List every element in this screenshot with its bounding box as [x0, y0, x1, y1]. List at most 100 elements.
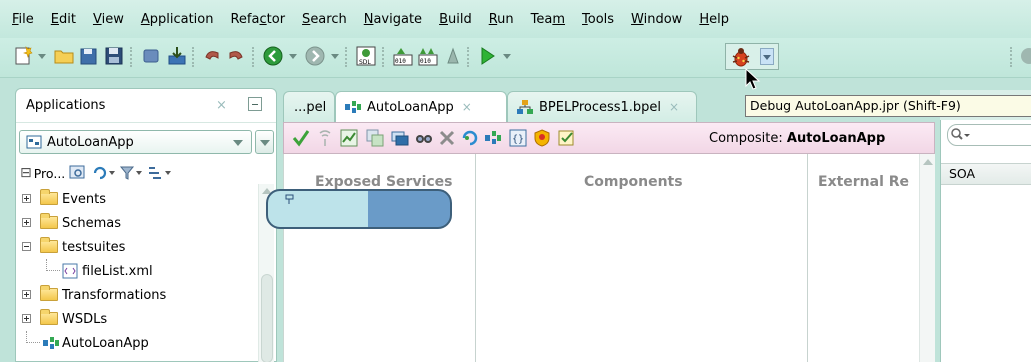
source-view-icon[interactable]: {} — [509, 129, 527, 147]
rebuild-icon[interactable]: 010 — [417, 45, 439, 67]
expand-all-icon[interactable] — [366, 129, 384, 147]
forward-icon[interactable] — [304, 45, 326, 67]
expand-icon[interactable] — [22, 290, 31, 299]
menu-item[interactable]: Help — [699, 12, 729, 27]
collapse-icon[interactable]: ⊟ — [20, 165, 32, 181]
deploy-icon[interactable] — [166, 45, 188, 67]
scroll-thumb[interactable] — [261, 274, 273, 362]
back-icon[interactable] — [262, 45, 284, 67]
tree-node[interactable]: Events — [16, 187, 258, 211]
debug-bug-icon — [732, 48, 750, 67]
project-properties-icon[interactable] — [69, 165, 87, 181]
menu-item[interactable]: Build — [439, 12, 472, 27]
tab-bpel-truncated[interactable]: ...pel — [283, 91, 335, 122]
menu-item-text: H — [699, 11, 710, 27]
security-policy-icon[interactable] — [533, 129, 551, 147]
canvas-scrollbar[interactable] — [919, 154, 935, 362]
svg-text:010: 010 — [395, 58, 406, 65]
tab-label: AutoLoanApp — [367, 99, 454, 115]
save-all-icon[interactable] — [78, 45, 100, 67]
tree-node-label: WSDLs — [62, 311, 108, 327]
run-dropdown-icon[interactable] — [503, 54, 511, 59]
tree-node-label: Schemas — [62, 215, 122, 231]
filter-icon[interactable] — [119, 165, 145, 181]
palette-search-input[interactable] — [947, 124, 1031, 146]
edit-properties-icon[interactable] — [558, 129, 576, 147]
tree-node[interactable]: testsuites — [16, 235, 258, 259]
menu-item[interactable]: Search — [302, 12, 347, 27]
tree-node[interactable]: AutoLoanApp — [16, 331, 258, 355]
refresh-icon[interactable] — [91, 165, 117, 181]
projects-toolbar: ⊟ Pro... — [20, 162, 175, 184]
save-icon[interactable] — [103, 45, 125, 67]
minimize-icon[interactable] — [248, 97, 262, 111]
application-menu-button[interactable] — [255, 130, 274, 154]
delete-icon[interactable] — [438, 129, 456, 147]
menu-item[interactable]: Run — [489, 12, 514, 27]
composite-icon — [43, 337, 59, 349]
toolbar-separator — [1010, 47, 1014, 67]
tab-autoloanapp[interactable]: AutoLoanApp × — [335, 91, 507, 122]
open-folder-icon[interactable] — [53, 45, 75, 67]
tab-close-icon[interactable]: × — [669, 100, 679, 114]
menu-item[interactable]: Edit — [51, 12, 76, 27]
layout-icon[interactable] — [340, 129, 358, 147]
menu-item[interactable]: Navigate — [364, 12, 422, 27]
back-dropdown-icon[interactable] — [289, 54, 297, 59]
clean-icon[interactable] — [442, 45, 464, 67]
sdl-icon[interactable]: SDL — [355, 45, 377, 67]
tab-bpelprocess1[interactable]: BPELProcess1.bpel × — [507, 91, 697, 122]
browse-icon[interactable] — [140, 45, 162, 67]
menu-item[interactable]: View — [93, 12, 124, 27]
composite-view-icon[interactable] — [484, 129, 502, 147]
xml-file-icon — [62, 263, 78, 279]
tree-node[interactable]: WSDLs — [16, 307, 258, 331]
menu-item-text: tor — [266, 11, 286, 27]
debug-dropdown-button[interactable] — [760, 48, 774, 65]
debug-button[interactable] — [725, 43, 779, 70]
undo-icon[interactable] — [201, 45, 223, 67]
menu-item[interactable]: Tools — [582, 12, 614, 27]
composite-name: AutoLoanApp — [786, 131, 886, 146]
collapse-all-icon[interactable] — [391, 129, 409, 147]
menu-item[interactable]: Refactor — [230, 12, 285, 27]
wire-icon[interactable] — [461, 129, 479, 147]
expand-icon[interactable] — [22, 314, 31, 323]
forward-dropdown-icon[interactable] — [331, 54, 339, 59]
close-icon[interactable]: × — [216, 98, 227, 113]
application-select[interactable]: AutoLoanApp — [19, 130, 252, 154]
projects-label[interactable]: Pro... — [34, 166, 66, 181]
expand-icon[interactable] — [22, 218, 31, 227]
component-shape[interactable] — [266, 189, 452, 229]
menu-item-text: dit — [59, 11, 76, 27]
menu-item-text: elp — [709, 11, 729, 27]
svg-text:{}: {} — [512, 134, 524, 145]
expand-icon[interactable] — [22, 194, 31, 203]
palette-category-select[interactable]: SOA — [941, 163, 1031, 185]
tab-close-icon[interactable]: × — [462, 100, 472, 114]
tree-node[interactable]: Transformations — [16, 283, 258, 307]
menu-item[interactable]: File — [12, 12, 34, 27]
composite-canvas[interactable]: Exposed Services Components External Re — [283, 154, 935, 362]
collapse-icon[interactable] — [22, 242, 31, 251]
validate-check-icon[interactable] — [292, 129, 310, 147]
sort-options-icon[interactable] — [147, 165, 175, 181]
make-icon[interactable]: 010 — [392, 45, 414, 67]
menu-item-text: avigate — [373, 11, 423, 27]
new-dropdown-icon[interactable] — [38, 54, 46, 59]
scroll-up-icon[interactable] — [923, 159, 933, 165]
tree-node[interactable]: fileList.xml — [16, 259, 258, 283]
folder-icon — [40, 285, 58, 301]
menu-item[interactable]: Application — [141, 12, 214, 27]
find-icon[interactable] — [415, 129, 433, 147]
menu-item[interactable]: Team — [531, 12, 565, 27]
tree-node[interactable]: Schemas — [16, 211, 258, 235]
component-palette: SOA — [940, 120, 1031, 362]
new-file-icon[interactable] — [12, 45, 34, 67]
menu-item[interactable]: Window — [631, 12, 682, 27]
test-mode-icon[interactable] — [316, 129, 334, 147]
redo-icon[interactable] — [225, 45, 247, 67]
composite-title: Composite: AutoLoanApp — [709, 131, 885, 146]
run-icon[interactable] — [476, 45, 498, 67]
search-icon[interactable] — [1018, 45, 1031, 67]
